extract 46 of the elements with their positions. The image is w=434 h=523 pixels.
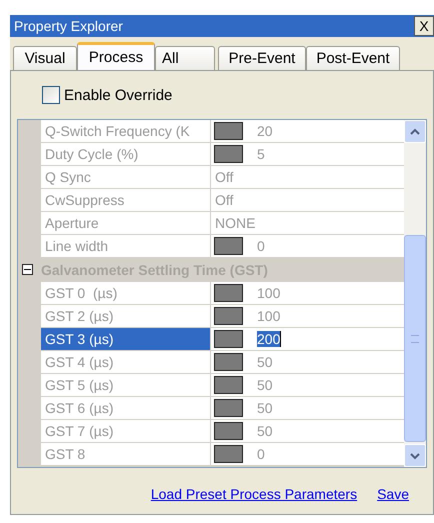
tab[interactable]: Post-Event: [306, 46, 400, 70]
chevron-down-icon: [409, 452, 421, 460]
property-name[interactable]: CwSuppress: [41, 189, 211, 212]
property-value[interactable]: Off: [215, 192, 234, 208]
scroll-thumb[interactable]: [404, 235, 426, 442]
window-title: Property Explorer: [13, 18, 123, 34]
property-value[interactable]: 50: [257, 423, 273, 439]
chevron-up-icon: [409, 128, 421, 136]
property-name[interactable]: Q-Switch Frequency (K: [41, 120, 211, 143]
property-name[interactable]: GST 8: [41, 443, 211, 466]
close-button[interactable]: X: [414, 16, 434, 36]
link[interactable]: Load Preset Process Parameters: [150, 486, 358, 502]
property-value[interactable]: 200: [257, 331, 282, 347]
property-value[interactable]: 0: [257, 238, 265, 254]
tab[interactable]: All: [155, 46, 215, 70]
property-name[interactable]: Aperture: [41, 212, 211, 235]
property-name[interactable]: Duty Cycle (%): [41, 143, 211, 166]
scroll-down-button[interactable]: [404, 444, 426, 467]
property-name[interactable]: Q Sync: [41, 166, 211, 189]
property-name[interactable]: Line width: [41, 235, 211, 258]
property-value[interactable]: 50: [257, 400, 273, 416]
property-value[interactable]: 50: [257, 354, 273, 370]
tab[interactable]: Visual: [13, 46, 77, 70]
tab[interactable]: Process: [77, 42, 155, 70]
collapse-icon[interactable]: [22, 264, 33, 275]
property-value[interactable]: NONE: [215, 215, 256, 231]
property-name[interactable]: GST 5 (µs): [41, 374, 211, 397]
tab[interactable]: Pre-Event: [218, 46, 306, 70]
scroll-up-button[interactable]: [404, 120, 426, 143]
checkbox[interactable]: [42, 86, 60, 104]
property-value[interactable]: 20: [257, 123, 273, 139]
property-value[interactable]: 100: [257, 308, 280, 324]
property-name[interactable]: GST 7 (µs): [41, 420, 211, 443]
property-value[interactable]: Off: [215, 169, 234, 185]
link[interactable]: Save: [377, 486, 409, 502]
property-value[interactable]: 100: [257, 285, 280, 301]
scrollbar[interactable]: [404, 120, 426, 467]
property-name[interactable]: GST 2 (µs): [41, 305, 211, 328]
property-name[interactable]: GST 6 (µs): [41, 397, 211, 420]
property-value[interactable]: 5: [257, 146, 265, 162]
property-value[interactable]: 50: [257, 377, 273, 393]
property-name[interactable]: GST 0 (µs): [41, 282, 211, 305]
property-value[interactable]: 0: [257, 446, 265, 462]
checkbox-label[interactable]: Enable Override: [64, 86, 172, 104]
property-name[interactable]: GST 3 (µs): [41, 328, 211, 351]
property-name[interactable]: GST 4 (µs): [41, 351, 211, 374]
